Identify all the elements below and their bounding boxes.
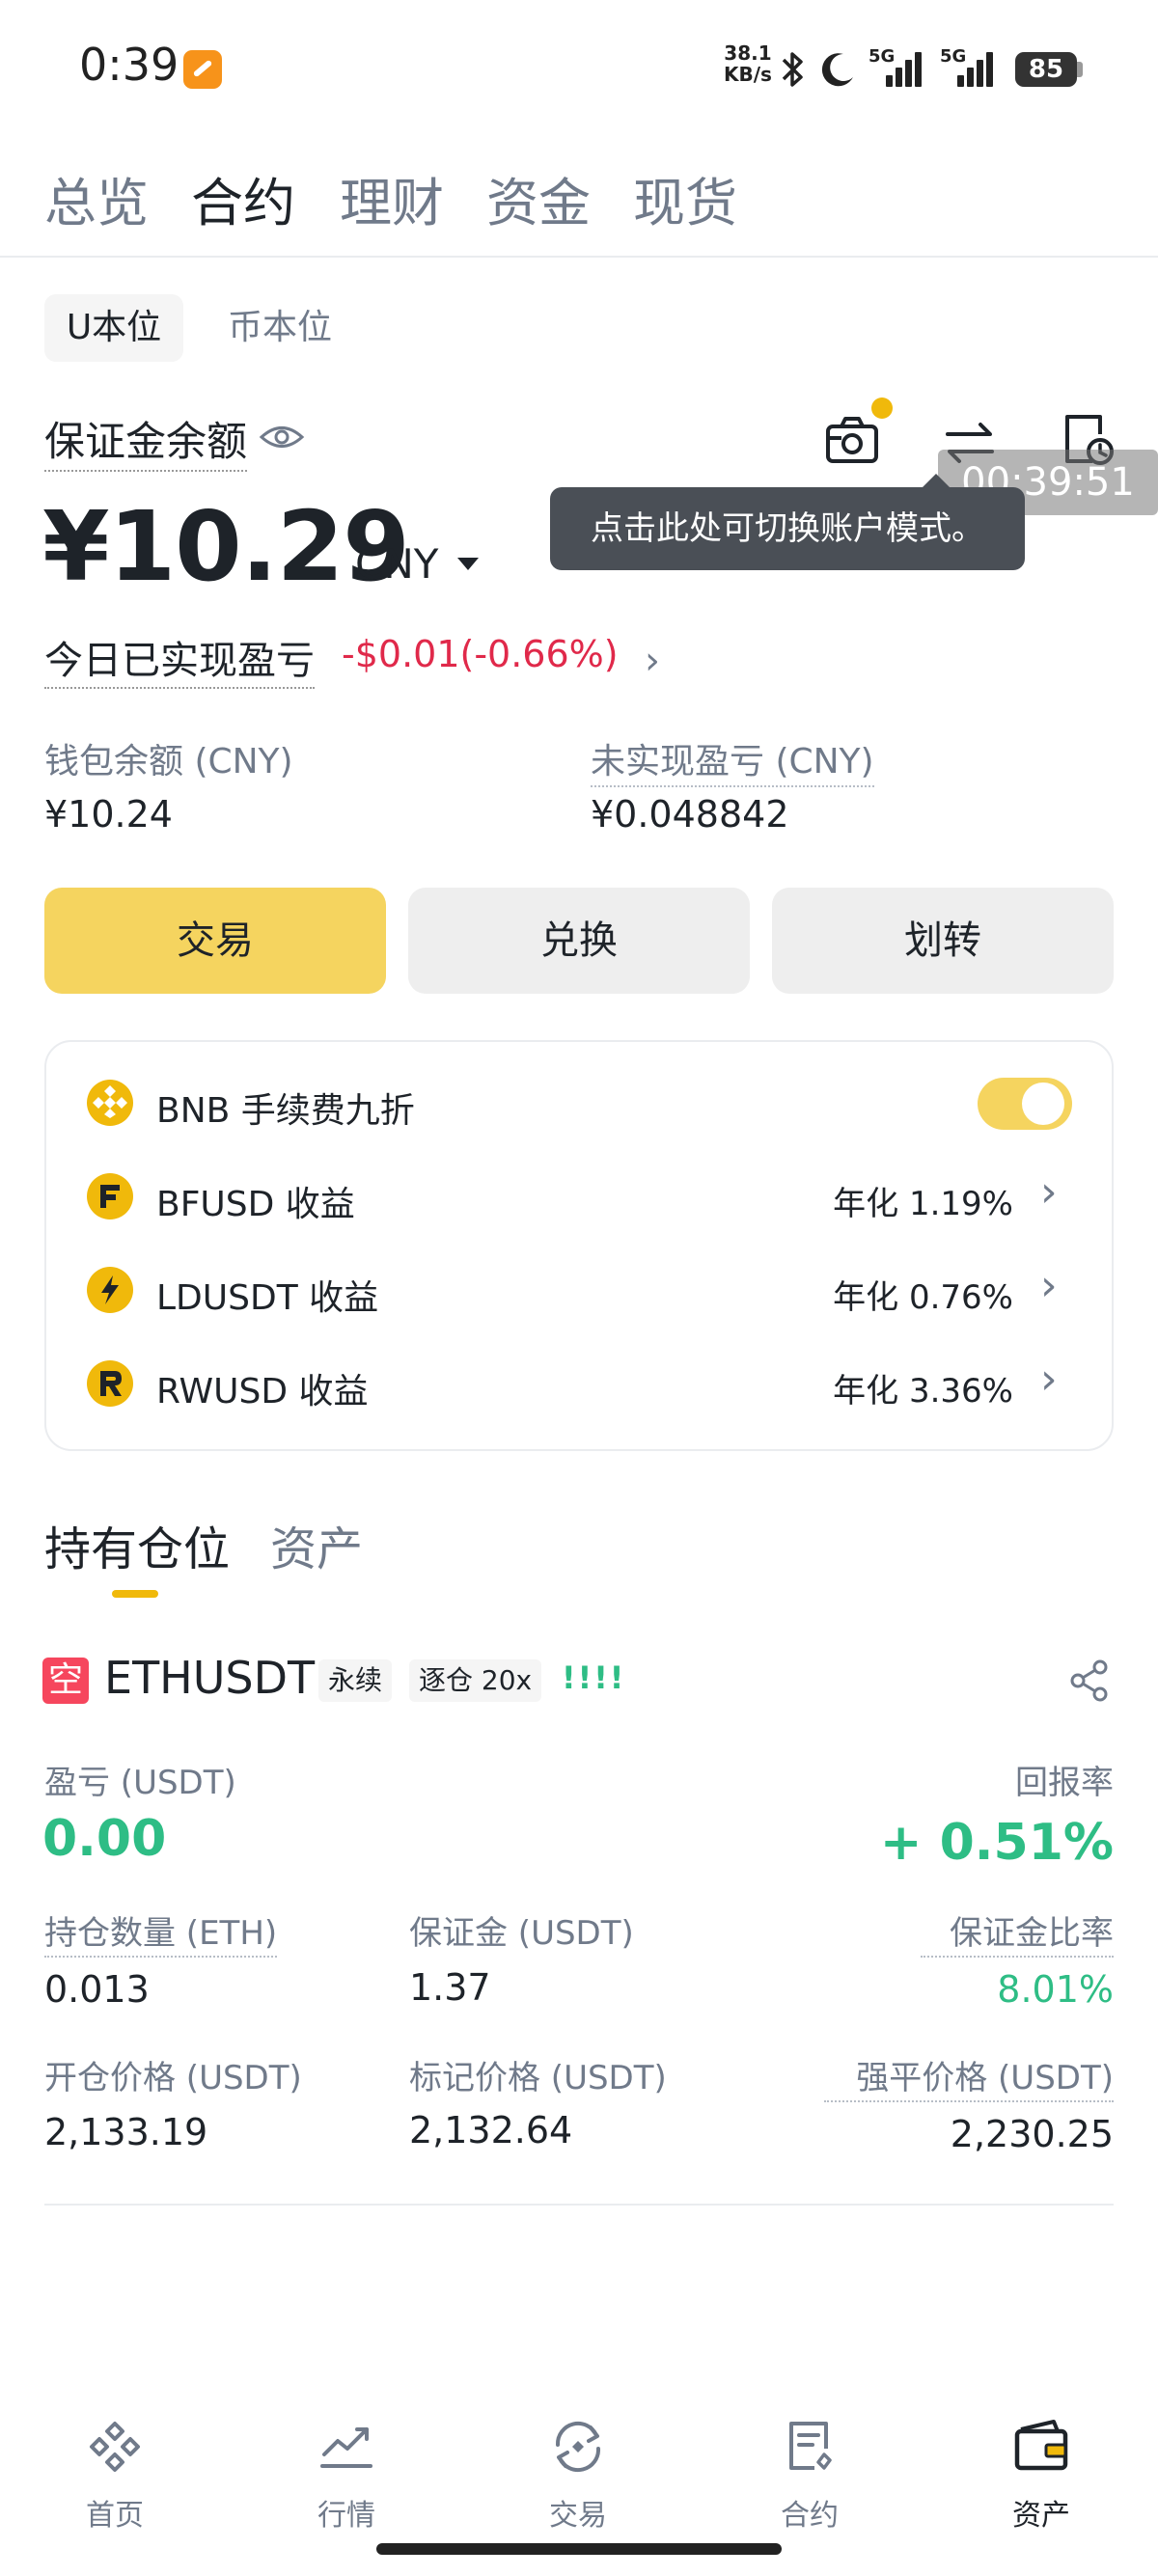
app-notification-icon — [183, 50, 222, 89]
usdm-toggle[interactable]: U本位 — [44, 294, 183, 362]
margin-value: 1.37 — [409, 1966, 491, 2009]
wallet-icon — [1014, 2420, 1068, 2471]
account-mode-tooltip[interactable]: 点击此处可切换账户模式。 — [550, 474, 1025, 570]
chevron-right-icon[interactable]: › — [645, 639, 660, 683]
moon-icon — [821, 53, 853, 87]
position-size-label[interactable]: 持仓数量 (ETH) — [44, 1906, 278, 1958]
caret-down-icon[interactable] — [457, 558, 479, 570]
rwusd-icon — [87, 1360, 133, 1407]
mark-price-value: 2,132.64 — [409, 2109, 573, 2151]
unrealized-pnl-label[interactable]: 未实现盈亏 (CNY) — [591, 733, 874, 787]
camera-gift-icon[interactable] — [822, 409, 882, 469]
status-time: 0:39 — [79, 39, 179, 91]
battery-tip — [1077, 62, 1083, 77]
nav-assets[interactable]: 资产 — [969, 2412, 1114, 2534]
tab-assets[interactable]: 资产 — [270, 1511, 363, 1578]
bfusd-label[interactable]: BFUSD 收益 — [156, 1176, 355, 1226]
tab-funding[interactable]: 资金 — [486, 160, 591, 236]
today-pnl-value: -$0.01(-0.66%) — [342, 633, 619, 675]
nav-markets-label: 行情 — [317, 2499, 375, 2533]
chevron-right-icon[interactable]: › — [1040, 1355, 1058, 1404]
tab-overview[interactable]: 总览 — [44, 160, 149, 236]
toggle-knob — [1022, 1082, 1064, 1125]
rwusd-rate[interactable]: 年化 3.36% — [772, 1364, 1013, 1411]
trade-icon — [555, 2421, 601, 2473]
liquidation-price-value: 2,230.25 — [950, 2113, 1114, 2155]
nav-home-label: 首页 — [86, 2499, 144, 2533]
share-icon[interactable] — [1069, 1659, 1110, 1702]
unrealized-pnl-value: ¥0.048842 — [591, 793, 789, 836]
nav-trade[interactable]: 交易 — [506, 2412, 650, 2534]
eye-icon[interactable] — [259, 423, 305, 452]
position-symbol[interactable]: ETHUSDT — [104, 1652, 315, 1704]
transfer-button[interactable]: 划转 — [772, 888, 1114, 994]
tab-earn[interactable]: 理财 — [340, 160, 444, 236]
position-size-value: 0.013 — [44, 1968, 150, 2011]
header-divider — [0, 256, 1158, 258]
margin-ratio-value: 8.01% — [997, 1968, 1114, 2011]
liquidation-price-label[interactable]: 强平价格 (USDT) — [824, 2051, 1114, 2102]
home-indicator[interactable] — [376, 2543, 782, 2555]
roe-value: + 0.51% — [879, 1814, 1114, 1872]
roe-label: 回报率 — [1015, 1764, 1114, 1802]
wallet-balance-value: ¥10.24 — [44, 793, 173, 836]
short-side-badge: 空 — [42, 1658, 89, 1704]
entry-price-label: 开仓价格 (USDT) — [44, 2059, 302, 2097]
bnb-icon — [87, 1080, 133, 1126]
position-divider — [44, 2204, 1114, 2206]
margin-balance-amount: ¥10.29 — [42, 490, 410, 603]
nav-home[interactable]: 首页 — [42, 2412, 187, 2534]
futures-icon — [789, 2422, 832, 2470]
rwusd-label[interactable]: RWUSD 收益 — [156, 1363, 369, 1413]
tab-positions[interactable]: 持有仓位 — [44, 1511, 230, 1578]
active-tab-underline — [112, 1590, 158, 1598]
chart-icon — [320, 2427, 372, 2468]
bluetooth-icon — [782, 52, 803, 87]
coinm-toggle[interactable]: 币本位 — [228, 294, 332, 362]
bfusd-icon — [87, 1173, 133, 1219]
pnl-value: 0.00 — [42, 1810, 167, 1868]
perpetual-tag: 永续 — [318, 1659, 393, 1702]
nav-markets[interactable]: 行情 — [274, 2412, 419, 2534]
nav-futures-label: 合约 — [781, 2499, 839, 2533]
wallet-balance-label: 钱包余额 (CNY) — [44, 742, 293, 781]
ldusdt-label[interactable]: LDUSDT 收益 — [156, 1270, 378, 1320]
nav-assets-label: 资产 — [1012, 2499, 1070, 2533]
mark-price-label: 标记价格 (USDT) — [409, 2059, 667, 2097]
ldusdt-rate[interactable]: 年化 0.76% — [772, 1271, 1013, 1318]
network-speed: 38.1 KB/s — [724, 42, 772, 85]
network-speed-value: 38.1 — [724, 41, 772, 65]
nav-futures[interactable]: 合约 — [737, 2412, 882, 2534]
signal-2-icon — [944, 50, 993, 87]
signal-indicator: !!!! — [562, 1659, 626, 1696]
bfusd-rate[interactable]: 年化 1.19% — [772, 1177, 1013, 1224]
today-pnl-label[interactable]: 今日已实现盈亏 — [44, 629, 315, 689]
margin-ratio-label[interactable]: 保证金比率 — [921, 1906, 1114, 1958]
notification-dot — [871, 397, 893, 419]
network-speed-unit: KB/s — [724, 63, 772, 86]
currency-selector[interactable]: CNY — [355, 540, 438, 588]
binance-logo-icon — [90, 2422, 140, 2472]
tab-spot[interactable]: 现货 — [633, 160, 737, 236]
tab-futures[interactable]: 合约 — [191, 160, 295, 236]
convert-button[interactable]: 兑换 — [408, 888, 750, 994]
entry-price-value: 2,133.19 — [44, 2111, 208, 2153]
margin-balance-label[interactable]: 保证金余额 — [44, 409, 248, 472]
battery-icon: 85 — [1015, 52, 1077, 87]
trade-button[interactable]: 交易 — [44, 888, 386, 994]
margin-label: 保证金 (USDT) — [409, 1914, 634, 1953]
ldusdt-icon — [87, 1267, 133, 1313]
chevron-right-icon[interactable]: › — [1040, 1167, 1058, 1217]
bnb-fee-discount-label: BNB 手续费九折 — [156, 1091, 415, 1131]
nav-trade-label: 交易 — [549, 2499, 607, 2533]
margin-mode-tag: 逐仓 20x — [409, 1659, 542, 1702]
pnl-label: 盈亏 (USDT) — [44, 1764, 236, 1802]
chevron-right-icon[interactable]: › — [1040, 1261, 1058, 1310]
signal-1-icon — [872, 50, 922, 87]
